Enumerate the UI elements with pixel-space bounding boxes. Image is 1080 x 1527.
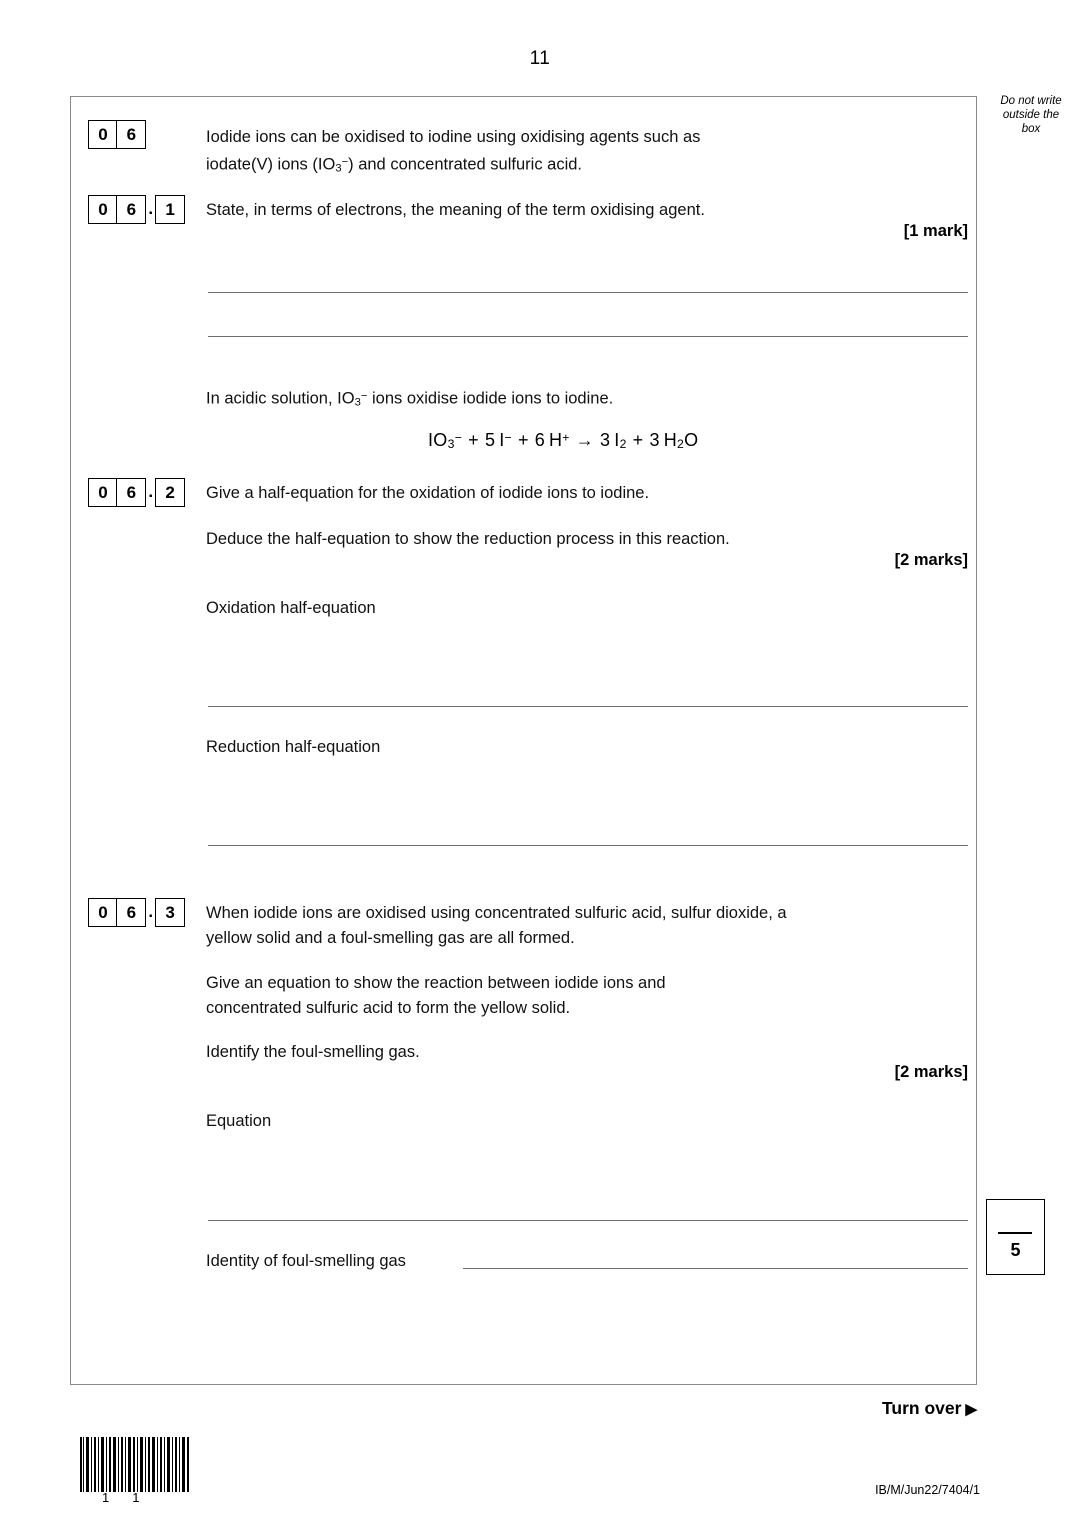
question-number-06: 0 6	[88, 120, 147, 149]
margin-note-line-2: outside the	[1002, 109, 1060, 121]
mark-total-divider	[998, 1232, 1032, 1234]
mark-total-value: 5	[1010, 1240, 1021, 1260]
question-06-3-dot: .	[148, 902, 154, 921]
question-06-1-digit-0: 0	[88, 195, 118, 224]
question-06-1-subpart: 1	[155, 195, 186, 224]
question-06-3-subpart: 3	[155, 898, 186, 927]
equation-term-water: 3 H2O	[649, 430, 699, 452]
barcode-digit-left: 1	[102, 1490, 111, 1505]
intro-lead-b: ions oxidise iodide ions to iodine.	[367, 389, 614, 408]
answer-line-oxidation[interactable]	[208, 706, 968, 707]
question-06-3-prompt-2-line-2: concentrated sulfuric acid to form the y…	[206, 999, 571, 1017]
question-mark-total-box: 5	[986, 1199, 1045, 1275]
question-06-2-prompt-2: Deduce the half-equation to show the red…	[206, 530, 730, 548]
document-code: IB/M/Jun22/7404/1	[875, 1483, 980, 1497]
question-number-06-3: 0 6 . 3	[88, 898, 186, 927]
stem-line-1: Iodide ions can be oxidised to iodine us…	[206, 128, 701, 146]
turn-over-text: Turn over	[882, 1398, 962, 1418]
question-06-2-digit-0: 0	[88, 478, 118, 507]
answer-line-reduction[interactable]	[208, 845, 968, 846]
answer-line-equation[interactable]	[208, 1220, 968, 1221]
question-06-3-digit-6: 6	[116, 898, 147, 927]
equation-term-iodate: IO3−	[428, 430, 463, 452]
question-06-1-prompt: State, in terms of electrons, the meanin…	[206, 201, 705, 219]
equation-term-iodide: 5 I−	[484, 430, 512, 450]
do-not-write-outside-box-note: Do not write outside the box	[985, 94, 1077, 136]
equation-term-iodine: 3 I2	[600, 430, 627, 452]
turn-over-label: Turn over ▶	[882, 1398, 977, 1419]
question-06-3-prompt-2-line-1: Give an equation to show the reaction be…	[206, 974, 666, 992]
question-digit-0: 0	[88, 120, 118, 149]
margin-note-line-1: Do not write	[1000, 95, 1062, 107]
question-06-1-marks: [1 mark]	[903, 222, 968, 240]
exam-page: 11 Do not write outside the box 0 6 Iodi…	[0, 0, 1080, 1527]
overall-chemical-equation: IO3− +5 I− +6 H+ → 3 I2 +3 H2O	[428, 430, 699, 452]
question-number-06-1: 0 6 . 1	[88, 195, 186, 224]
question-06-2-prompt: Give a half-equation for the oxidation o…	[206, 484, 650, 502]
question-06-3-prompt-line-1: When iodide ions are oxidised using conc…	[206, 904, 787, 922]
stem-line-2-a: iodate(V) ions (IO	[206, 155, 336, 174]
question-digit-6: 6	[116, 120, 147, 149]
question-06-1-digit-6: 6	[116, 195, 147, 224]
question-06-3-marks: [2 marks]	[894, 1063, 968, 1081]
question-06-3-prompt: When iodide ions are oxidised using conc…	[206, 901, 946, 951]
equation-answer-label: Equation	[206, 1112, 272, 1130]
barcode-glyph	[80, 1437, 189, 1492]
question-06-1-dot: .	[148, 199, 154, 218]
margin-note-line-3: box	[1021, 123, 1041, 135]
barcode-digit-right: 1	[132, 1490, 141, 1505]
barcode	[80, 1437, 190, 1492]
question-number-06-2: 0 6 . 2	[88, 478, 186, 507]
turn-over-arrow-icon: ▶	[965, 1401, 977, 1418]
acidic-solution-intro: In acidic solution, IO3− ions oxidise io…	[206, 384, 946, 415]
answer-line-identity-of-gas[interactable]	[463, 1268, 968, 1269]
question-06-3-prompt-2: Give an equation to show the reaction be…	[206, 971, 946, 1021]
equation-term-hydrogen-ion: 6 H+	[534, 430, 570, 450]
question-06-2-subpart: 2	[155, 478, 186, 507]
question-06-3-prompt-3: Identify the foul-smelling gas.	[206, 1043, 420, 1061]
question-06-2-dot: .	[148, 482, 154, 501]
question-06-stem: Iodide ions can be oxidised to iodine us…	[206, 125, 906, 181]
barcode-digits: 11	[80, 1490, 190, 1505]
answer-line-06-1-2[interactable]	[208, 336, 968, 337]
reduction-half-equation-label: Reduction half-equation	[206, 738, 381, 756]
intro-lead-a: In acidic solution, IO	[206, 389, 355, 408]
question-06-2-marks: [2 marks]	[894, 551, 968, 569]
question-06-3-digit-0: 0	[88, 898, 118, 927]
question-06-2-digit-6: 6	[116, 478, 147, 507]
question-06-3-prompt-line-2: yellow solid and a foul-smelling gas are…	[206, 929, 575, 947]
identity-of-gas-label: Identity of foul-smelling gas	[206, 1252, 406, 1270]
oxidation-half-equation-label: Oxidation half-equation	[206, 599, 376, 617]
answer-line-06-1-1[interactable]	[208, 292, 968, 293]
stem-line-2-b: ) and concentrated sulfuric acid.	[348, 155, 583, 174]
page-number: 11	[529, 48, 551, 69]
